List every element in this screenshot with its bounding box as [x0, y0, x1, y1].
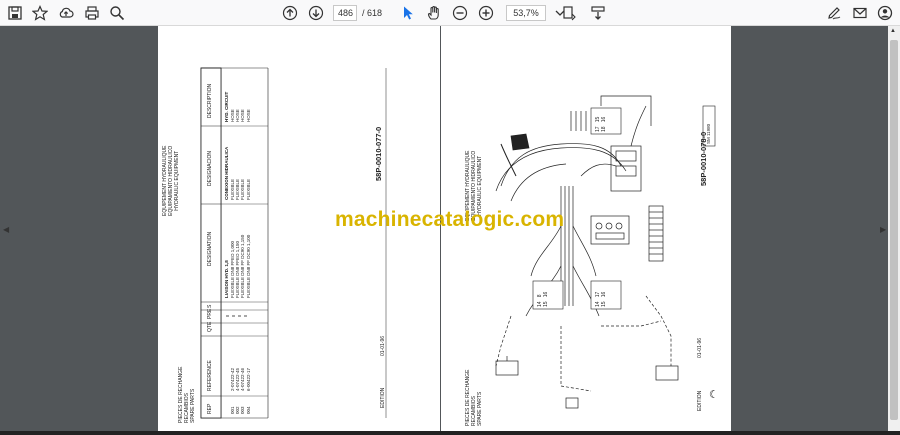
zoom-in-icon[interactable]: [477, 4, 495, 22]
viewer-toolbar: 486 / 618 53,7%: [0, 0, 900, 26]
account-avatar-icon[interactable]: [876, 4, 894, 22]
right-edition: EDITION: [697, 390, 703, 411]
scroll-up-arrow-icon[interactable]: ▲: [890, 28, 896, 34]
callout-box-a: 14 8 15 16: [537, 291, 549, 307]
select-cursor-icon[interactable]: [399, 4, 417, 22]
rows-reference: 2-07422-42 4-07422-45 4-07422-46 6-00422…: [230, 367, 251, 391]
right-header-text: PIECES DE RECHANGE RECAMBIOS SPARE PARTS: [465, 369, 483, 426]
zoom-out-icon[interactable]: [451, 4, 469, 22]
left-title-text: EQUIPEMENT HYDRAULIQUE EQUIPAMIENTO HIDR…: [162, 145, 180, 216]
print-icon[interactable]: [83, 4, 101, 22]
rows-designacion: FLEXIBLE FLEXIBLE FLEXIBLE FLEXIBLE: [230, 178, 251, 200]
rows-description: HOSE HOSE HOSE HOSE: [230, 109, 251, 122]
zoom-search-icon[interactable]: [108, 4, 126, 22]
zoom-level-input[interactable]: 53,7%: [506, 5, 546, 21]
col-header-rep: REP: [207, 403, 213, 414]
section-fr: LIAISON HYD. 1,8: [224, 260, 229, 298]
previous-page-icon[interactable]: [281, 4, 299, 22]
right-page-code: 58P-0010-078-0: [699, 131, 708, 186]
page-total-label: / 618: [362, 8, 383, 18]
bookmark-star-icon[interactable]: [31, 4, 49, 22]
left-page-code: 58P-0010-077-0: [374, 126, 383, 181]
hand-tool-icon[interactable]: [425, 4, 443, 22]
col-header-reference: REFERENCE: [207, 360, 213, 391]
col-header-designation: DESIGNATION: [207, 231, 213, 266]
page-number-input[interactable]: 486: [333, 5, 357, 21]
page-fit-icon[interactable]: [560, 4, 578, 22]
moon-corner-icon: ☾: [709, 389, 719, 401]
col-header-description: DESCRIPTION: [207, 83, 213, 118]
left-header-text: PIECES DE RECHANGE RECAMBIOS SPARE PARTS: [178, 366, 196, 423]
save-icon[interactable]: [6, 4, 24, 22]
next-page-icon[interactable]: [307, 4, 325, 22]
section-es: CONEXION HIDRAULICA: [224, 146, 229, 200]
collapse-left-arrow-icon[interactable]: ◀: [3, 225, 9, 234]
rotate-view-icon[interactable]: [589, 4, 607, 22]
sign-pen-icon[interactable]: [825, 4, 843, 22]
rows-designation: FLEXIBLE DN8 FFEO 1,000 FLEXIBLE DN8 FFE…: [230, 234, 251, 298]
right-date: 01-01-96: [697, 337, 703, 358]
scrollbar-thumb[interactable]: [890, 40, 898, 420]
section-en: HYD. CIRCUIT: [224, 91, 229, 122]
cloud-upload-icon[interactable]: [57, 4, 75, 22]
callout-box-c: 17 15 18 16: [595, 116, 607, 132]
col-header-s: S: [207, 304, 213, 308]
expand-right-arrow-icon[interactable]: ▶: [880, 225, 886, 234]
mail-icon[interactable]: [851, 4, 869, 22]
left-edition: EDITION: [380, 387, 386, 408]
col-header-qty: QTE: [207, 321, 213, 332]
col-header-designacion: DESIGNACION: [207, 150, 213, 186]
col-header-pre: PRE: [207, 308, 213, 319]
callout-box-b: 14 17 15 16: [595, 291, 607, 307]
bottom-edge-bar: [0, 431, 900, 435]
rows-ref: 001 002 003 004: [230, 406, 251, 414]
watermark-text: machinecatalogic.com: [335, 208, 565, 231]
left-date: 01-01-96: [380, 335, 386, 356]
